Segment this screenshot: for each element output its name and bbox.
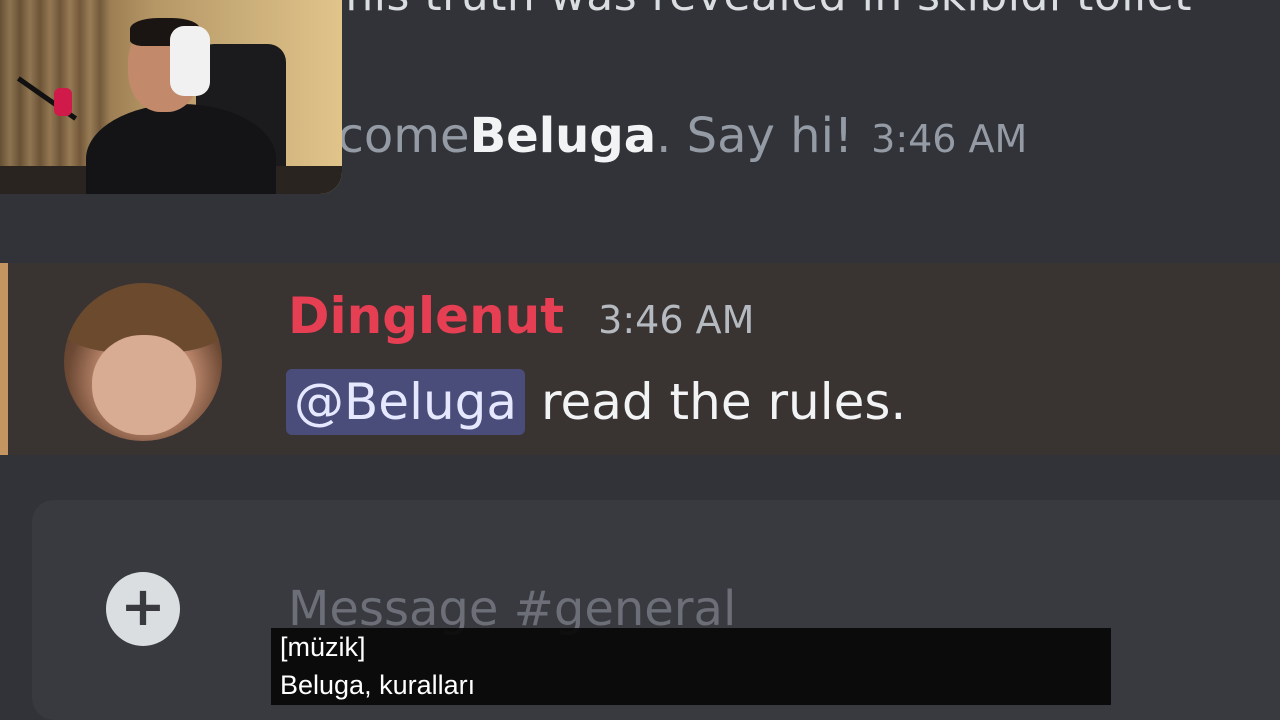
caption-line-2: Beluga, kuralları: [280, 670, 476, 700]
user-mention[interactable]: @Beluga: [286, 369, 526, 435]
webcam-microphone: [54, 88, 72, 116]
video-captions: [müzik] Beluga, kuralları: [271, 628, 1111, 705]
avatar-face: [92, 335, 196, 435]
message-text: read the rules.: [541, 373, 907, 431]
user-avatar[interactable]: [64, 283, 222, 441]
mention-highlight-bar: [0, 263, 8, 455]
previous-message-text: This truth was revealed in skibidi toile…: [318, 0, 1192, 21]
webcam-overlay: [0, 0, 342, 194]
message-row[interactable]: Dinglenut 3:46 AM @Beluga read the rules…: [0, 263, 1280, 455]
system-join-message: Welcome Beluga . Say hi! 3:46 AM: [250, 108, 1027, 172]
join-suffix: . Say hi!: [656, 108, 854, 164]
message-timestamp: 3:46 AM: [598, 298, 755, 342]
plus-icon: +: [120, 575, 166, 638]
join-timestamp: 3:46 AM: [871, 117, 1028, 161]
join-username[interactable]: Beluga: [470, 108, 657, 164]
add-attachment-button[interactable]: +: [106, 572, 180, 646]
message-username[interactable]: Dinglenut: [288, 287, 564, 345]
message-header: Dinglenut 3:46 AM: [288, 287, 754, 345]
caption-line-1: [müzik]: [280, 632, 366, 662]
webcam-headphones: [170, 26, 210, 96]
message-body: @Beluga read the rules.: [286, 361, 906, 443]
